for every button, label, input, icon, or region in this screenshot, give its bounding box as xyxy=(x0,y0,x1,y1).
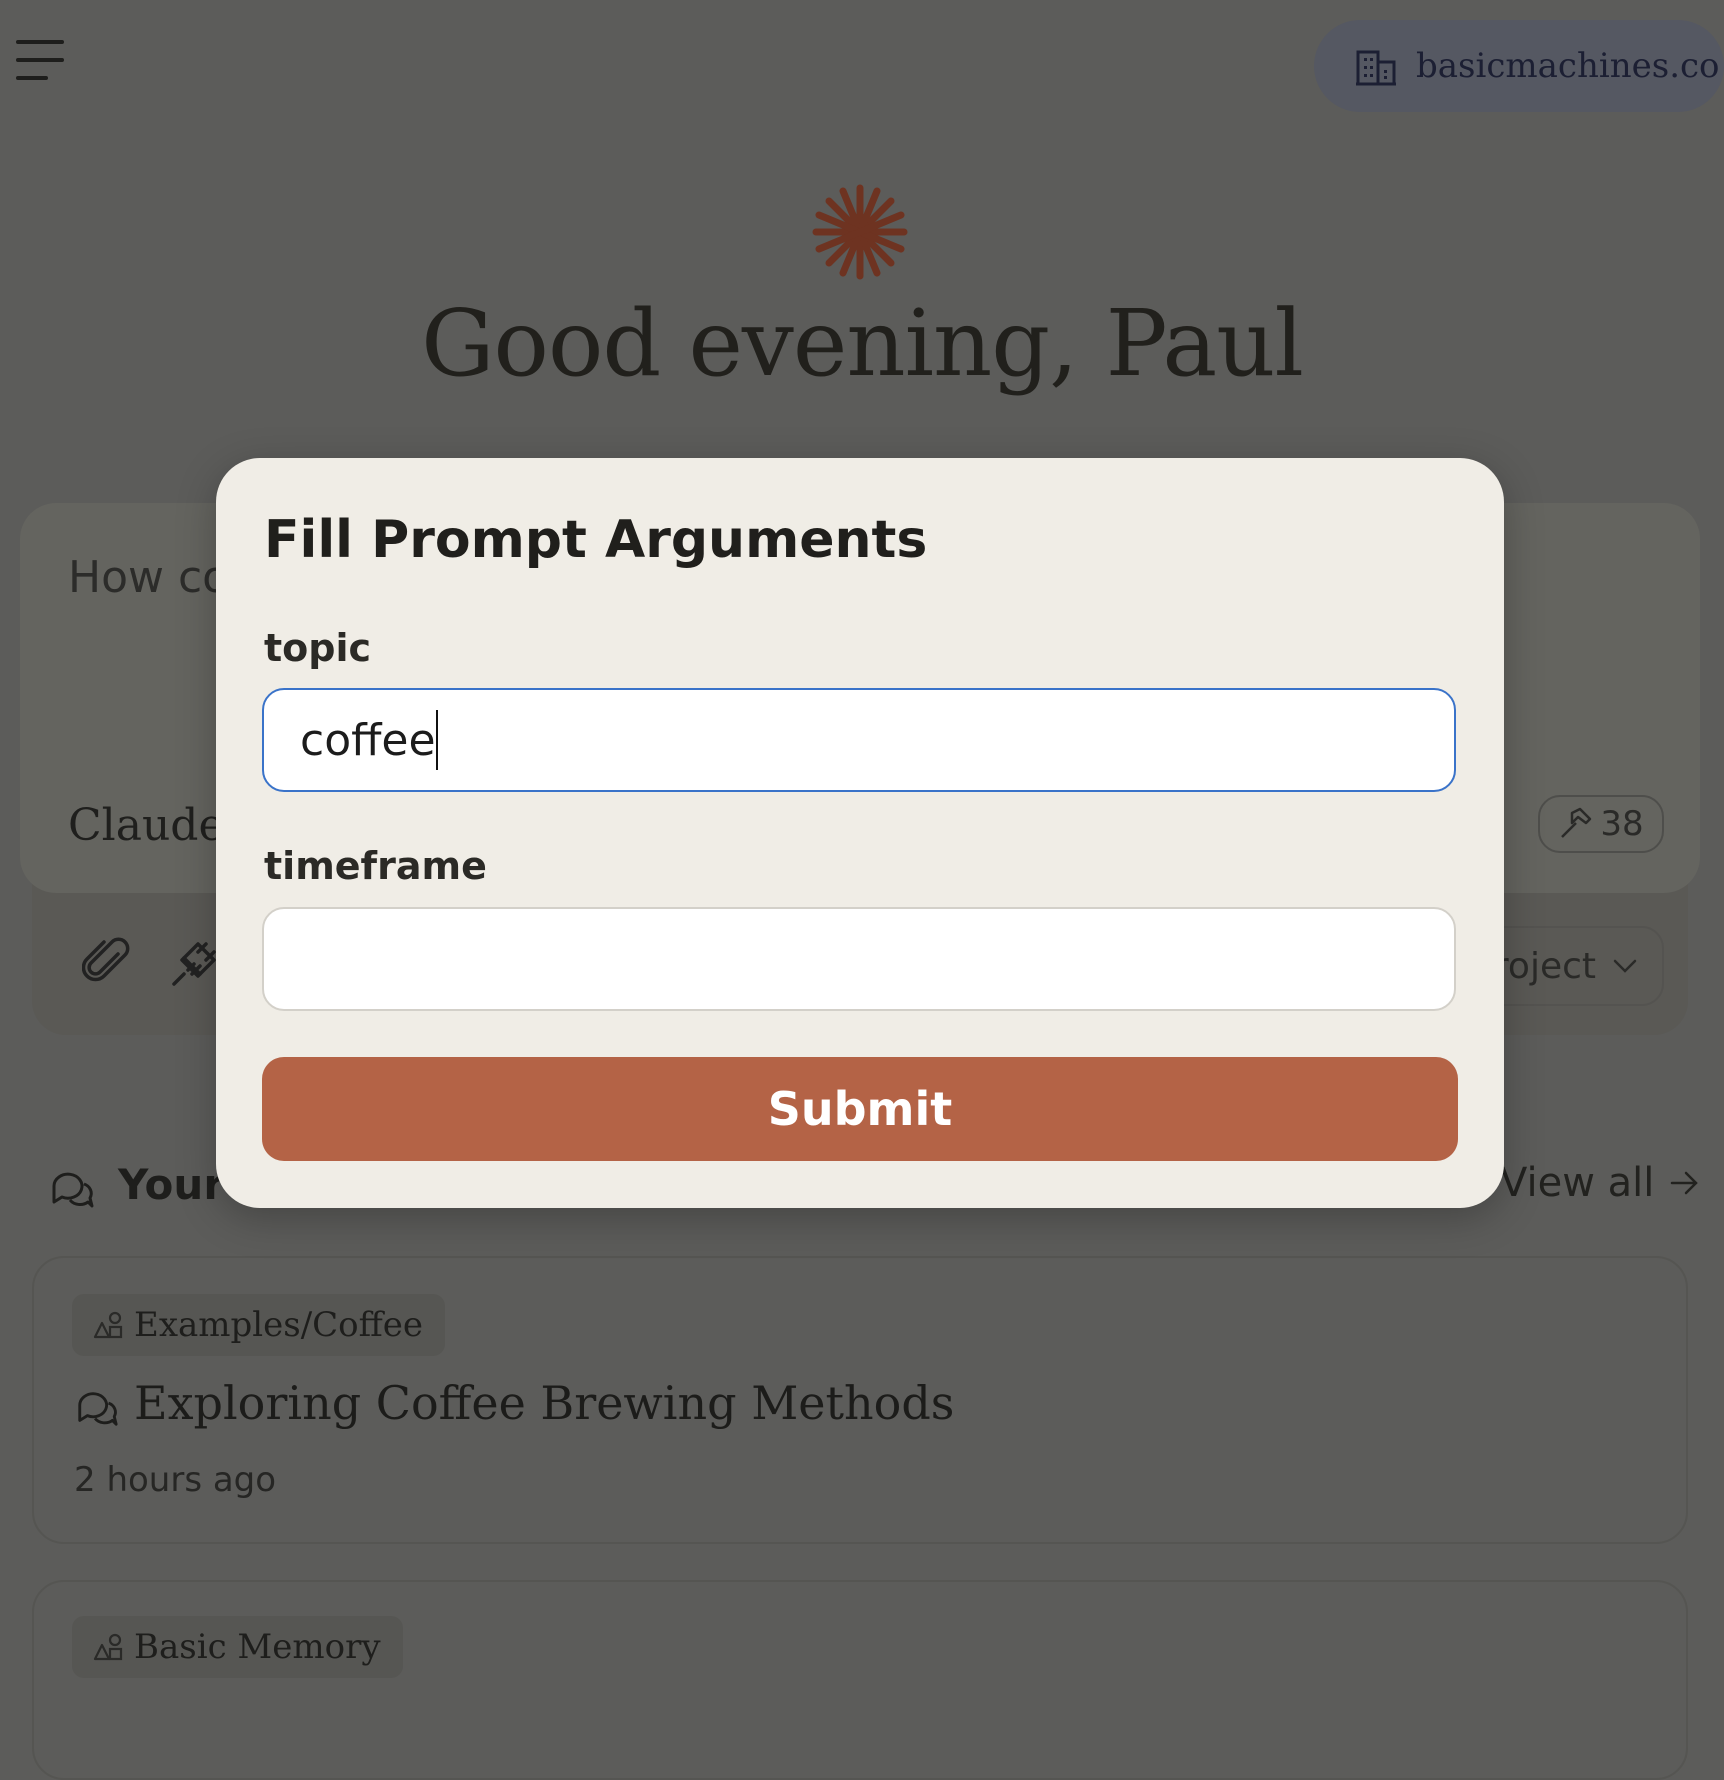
tools-count: 38 xyxy=(1600,804,1644,844)
view-all-link[interactable]: View all xyxy=(1500,1160,1700,1206)
tools-count-button[interactable]: 38 xyxy=(1538,795,1664,853)
text-caret xyxy=(436,710,438,770)
project-chip-label: Examples/Coffee xyxy=(134,1305,424,1345)
chat-bubbles-icon xyxy=(52,1172,94,1208)
project-shapes-icon xyxy=(93,1311,123,1339)
topic-label: topic xyxy=(264,626,372,670)
submit-button[interactable]: Submit xyxy=(262,1057,1458,1161)
hammer-icon xyxy=(1561,807,1592,838)
project-chip[interactable]: Basic Memory xyxy=(72,1616,403,1678)
plug-icon[interactable] xyxy=(170,936,222,988)
dialog-title: Fill Prompt Arguments xyxy=(264,510,928,570)
composer-placeholder: How co xyxy=(68,552,230,603)
chevron-down-icon xyxy=(1613,959,1637,973)
recent-chat-card[interactable] xyxy=(32,1580,1688,1780)
project-selector-label: roject xyxy=(1493,945,1596,987)
recent-chat-time: 2 hours ago xyxy=(74,1460,277,1500)
project-chip[interactable]: Examples/Coffee xyxy=(72,1294,446,1356)
chat-bubbles-icon xyxy=(78,1392,118,1426)
paperclip-icon[interactable] xyxy=(82,936,134,988)
building-icon xyxy=(1356,50,1396,86)
hamburger-menu-icon[interactable] xyxy=(16,36,64,84)
organization-switcher[interactable]: basicmachines.co xyxy=(1314,20,1724,112)
organization-name: basicmachines.co xyxy=(1416,46,1720,86)
recent-chat-title: Exploring Coffee Brewing Methods xyxy=(134,1376,955,1430)
model-selector-label[interactable]: Claude xyxy=(68,800,225,851)
topic-input[interactable] xyxy=(262,688,1456,792)
claude-starburst-icon xyxy=(812,184,908,280)
project-chip-label: Basic Memory xyxy=(134,1627,381,1667)
timeframe-label: timeframe xyxy=(264,844,487,888)
greeting-heading: Good evening, Paul xyxy=(421,290,1304,397)
arrow-right-icon xyxy=(1671,1171,1699,1195)
timeframe-input[interactable] xyxy=(262,907,1456,1011)
project-shapes-icon xyxy=(93,1633,123,1661)
view-all-label: View all xyxy=(1500,1160,1655,1206)
